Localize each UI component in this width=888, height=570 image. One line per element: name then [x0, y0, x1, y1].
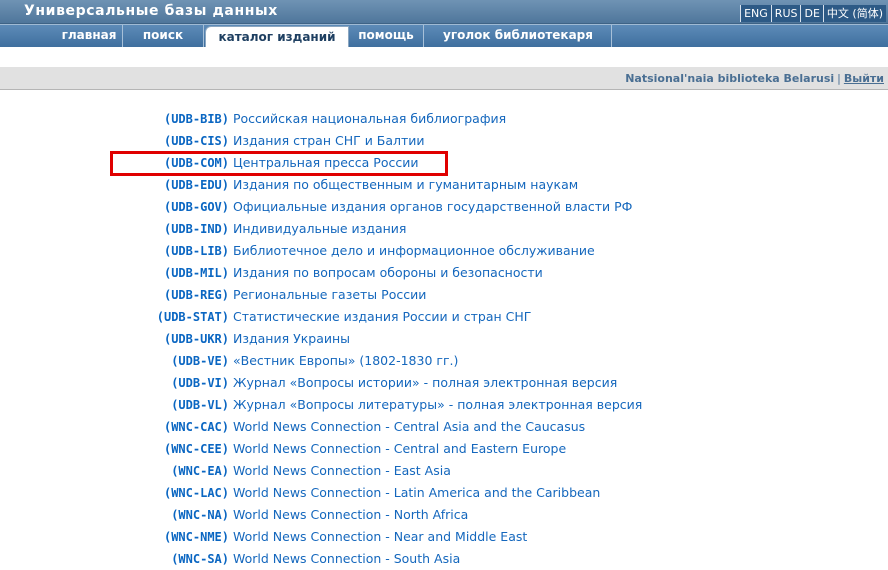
- database-code-link[interactable]: (UDB-REG): [164, 284, 229, 306]
- database-code-link[interactable]: (WNC-CAC): [164, 416, 229, 438]
- database-name-link[interactable]: World News Connection - Latin America an…: [233, 482, 600, 504]
- tab-librarian-corner[interactable]: уголок библиотекаря: [425, 25, 612, 47]
- database-name-link[interactable]: Региональные газеты России: [233, 284, 426, 306]
- lang-rus-link[interactable]: RUS: [770, 5, 801, 22]
- database-row[interactable]: (WNC-CEE) World News Connection - Central…: [0, 438, 888, 460]
- database-row[interactable]: (UDB-COM) Центральная пресса России: [0, 152, 888, 174]
- database-row[interactable]: (UDB-MIL) Издания по вопросам обороны и б…: [0, 262, 888, 284]
- database-row[interactable]: (UDB-STAT) Статистические издания России …: [0, 306, 888, 328]
- database-name-link[interactable]: Издания по вопросам обороны и безопаснос…: [233, 262, 543, 284]
- database-row[interactable]: (UDB-BIB) Российская национальная библиог…: [0, 108, 888, 130]
- org-separator: |: [837, 72, 841, 85]
- database-code-link[interactable]: (UDB-UKR): [164, 328, 229, 350]
- database-code-link[interactable]: (UDB-STAT): [157, 306, 229, 328]
- database-code-link[interactable]: (UDB-COM): [164, 152, 229, 174]
- database-name-link[interactable]: World News Connection - Central Asia and…: [233, 416, 585, 438]
- database-name-link[interactable]: Издания по общественным и гуманитарным н…: [233, 174, 578, 196]
- database-code-link[interactable]: (UDB-EDU): [164, 174, 229, 196]
- database-row[interactable]: (WNC-SA) World News Connection - South As…: [0, 548, 888, 570]
- org-line: Natsional'naia biblioteka Belarusi | Выйти: [625, 72, 884, 85]
- info-bar: Natsional'naia biblioteka Belarusi | Выйти: [0, 67, 888, 90]
- database-name-link[interactable]: Издания Украины: [233, 328, 350, 350]
- database-name-link[interactable]: Издания стран СНГ и Балтии: [233, 130, 425, 152]
- database-name-link[interactable]: Индивидуальные издания: [233, 218, 406, 240]
- database-code-link[interactable]: (UDB-CIS): [164, 130, 229, 152]
- database-row[interactable]: (UDB-LIB) Библиотечное дело и информацион…: [0, 240, 888, 262]
- database-row[interactable]: (UDB-REG) Региональные газеты России: [0, 284, 888, 306]
- database-code-link[interactable]: (UDB-VL): [171, 394, 229, 416]
- database-name-link[interactable]: Журнал «Вопросы литературы» - полная эле…: [233, 394, 642, 416]
- database-name-link[interactable]: World News Connection - Near and Middle …: [233, 526, 527, 548]
- database-row[interactable]: (WNC-LAC) World News Connection - Latin A…: [0, 482, 888, 504]
- database-code-link[interactable]: (WNC-NA): [171, 504, 229, 526]
- database-name-link[interactable]: World News Connection - East Asia: [233, 460, 451, 482]
- database-name-link[interactable]: «Вестник Европы» (1802-1830 гг.): [233, 350, 458, 372]
- database-name-link[interactable]: Официальные издания органов государствен…: [233, 196, 632, 218]
- database-row[interactable]: (UDB-EDU) Издания по общественным и гуман…: [0, 174, 888, 196]
- database-name-link[interactable]: World News Connection - South Asia: [233, 548, 460, 570]
- database-code-link[interactable]: (WNC-LAC): [164, 482, 229, 504]
- database-code-link[interactable]: (WNC-SA): [171, 548, 229, 570]
- database-code-link[interactable]: (UDB-VI): [171, 372, 229, 394]
- database-name-link[interactable]: World News Connection - Central and East…: [233, 438, 566, 460]
- database-code-link[interactable]: (UDB-IND): [164, 218, 229, 240]
- database-code-link[interactable]: (UDB-GOV): [164, 196, 229, 218]
- tab-home[interactable]: главная: [56, 25, 123, 47]
- database-code-link[interactable]: (WNC-CEE): [164, 438, 229, 460]
- database-code-link[interactable]: (UDB-MIL): [164, 262, 229, 284]
- database-code-link[interactable]: (UDB-LIB): [164, 240, 229, 262]
- database-row[interactable]: (UDB-VI) Журнал «Вопросы истории» - полна…: [0, 372, 888, 394]
- database-row[interactable]: (UDB-UKR) Издания Украины: [0, 328, 888, 350]
- language-switcher: ENG RUS DE 中文 (简体): [740, 5, 886, 22]
- database-name-link[interactable]: Журнал «Вопросы истории» - полная электр…: [233, 372, 617, 394]
- app-title: Универсальные базы данных: [24, 3, 278, 19]
- database-code-link[interactable]: (WNC-NME): [164, 526, 229, 548]
- database-name-link[interactable]: Статистические издания России и стран СН…: [233, 306, 531, 328]
- database-row[interactable]: (UDB-IND) Индивидуальные издания: [0, 218, 888, 240]
- app-header: Универсальные базы данных ENG RUS DE 中文 …: [0, 0, 888, 24]
- tab-search[interactable]: поиск: [123, 25, 204, 47]
- database-row[interactable]: (WNC-NA) World News Connection - North Af…: [0, 504, 888, 526]
- lang-zh-link[interactable]: 中文 (简体): [822, 5, 886, 22]
- tab-catalog[interactable]: каталог изданий: [205, 26, 349, 49]
- tab-help[interactable]: помощь: [349, 25, 424, 47]
- database-row[interactable]: (WNC-CAC) World News Connection - Central…: [0, 416, 888, 438]
- database-row[interactable]: (WNC-EA) World News Connection - East Asi…: [0, 460, 888, 482]
- database-name-link[interactable]: Библиотечное дело и информационное обслу…: [233, 240, 595, 262]
- database-row[interactable]: (UDB-GOV) Официальные издания органов гос…: [0, 196, 888, 218]
- subnav-blank: [0, 47, 888, 67]
- org-name: Natsional'naia biblioteka Belarusi: [625, 72, 835, 85]
- lang-eng-link[interactable]: ENG: [740, 5, 771, 22]
- lang-de-link[interactable]: DE: [800, 5, 823, 22]
- main-nav: главная поиск каталог изданий помощь уго…: [0, 24, 888, 49]
- database-code-link[interactable]: (UDB-BIB): [164, 108, 229, 130]
- database-code-link[interactable]: (UDB-VE): [171, 350, 229, 372]
- database-code-link[interactable]: (WNC-EA): [171, 460, 229, 482]
- database-row[interactable]: (UDB-VE) «Вестник Европы» (1802-1830 гг.): [0, 350, 888, 372]
- database-row[interactable]: (UDB-CIS) Издания стран СНГ и Балтии: [0, 130, 888, 152]
- database-name-link[interactable]: Российская национальная библиография: [233, 108, 506, 130]
- database-name-link[interactable]: World News Connection - North Africa: [233, 504, 468, 526]
- database-name-link[interactable]: Центральная пресса России: [233, 152, 418, 174]
- logout-link[interactable]: Выйти: [844, 72, 884, 85]
- database-row[interactable]: (WNC-NME) World News Connection - Near an…: [0, 526, 888, 548]
- database-row[interactable]: (UDB-VL) Журнал «Вопросы литературы» - по…: [0, 394, 888, 416]
